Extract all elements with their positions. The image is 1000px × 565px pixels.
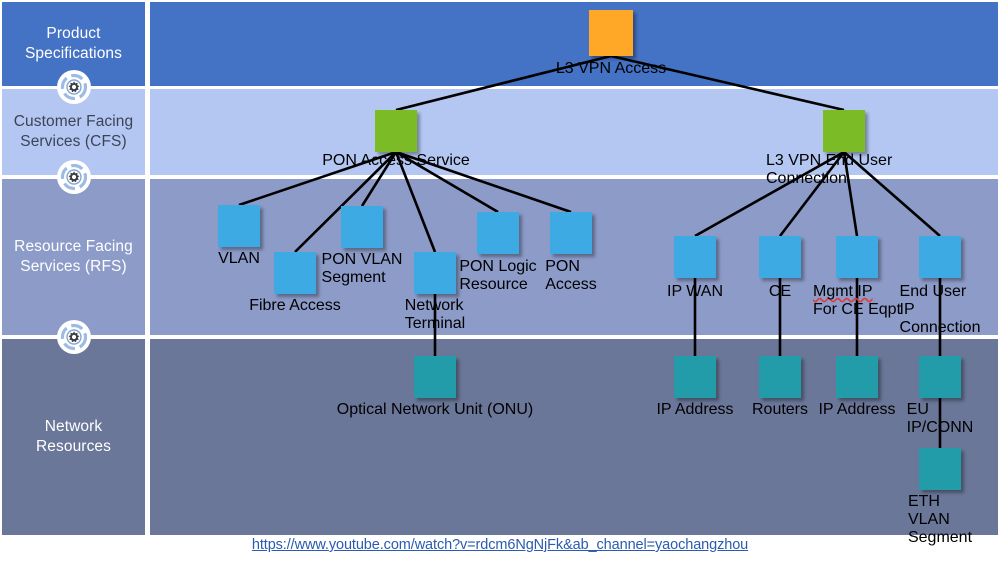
node-label-line: CE <box>768 283 792 300</box>
node-ip-wan[interactable] <box>674 236 716 278</box>
node-label-pon-access: PON Access <box>545 258 597 294</box>
node-label-vlan: VLAN <box>218 250 260 268</box>
node-label-line: PON Logic <box>459 258 537 275</box>
node-box-ip-address-2[interactable] <box>836 356 878 398</box>
node-label-line: Network <box>404 297 464 314</box>
node-label-ip-address-2: IP Address <box>818 401 895 419</box>
layer-label-line-2: Specifications <box>24 45 123 62</box>
node-box-l3-vpn-end-user-connection[interactable] <box>823 110 865 152</box>
layer-label-resource-facing-services: Resource Facing Services (RFS) <box>2 179 145 335</box>
node-ce[interactable] <box>759 236 801 278</box>
node-box-network-terminal[interactable] <box>414 252 456 294</box>
node-ip-address-1[interactable] <box>674 356 716 398</box>
node-label-line: IP Address <box>656 401 734 418</box>
node-box-pon-access[interactable] <box>550 212 592 254</box>
node-box-pon-access-service[interactable] <box>375 110 417 152</box>
node-mgmt-ip-for-ce-eqpt[interactable] <box>836 236 878 278</box>
node-eu-ip-conn[interactable] <box>919 356 961 398</box>
node-end-user-ip-connection[interactable] <box>919 236 961 278</box>
node-label-optical-network-unit: Optical Network Unit (ONU) <box>337 401 533 419</box>
node-fibre-access[interactable] <box>274 252 316 294</box>
node-routers[interactable] <box>759 356 801 398</box>
node-label-line: Access <box>545 276 597 293</box>
node-label-line: IP WAN <box>666 283 724 300</box>
node-box-fibre-access[interactable] <box>274 252 316 294</box>
node-label-pon-vlan-segment: PON VLAN Segment <box>322 251 403 287</box>
node-box-mgmt-ip-for-ce-eqpt[interactable] <box>836 236 878 278</box>
layer-label-line-2: Services (CFS) <box>20 133 127 150</box>
node-label-mgmt-ip-for-ce-eqpt: Mgmt IP For CE Eqpt <box>813 283 901 319</box>
node-network-terminal[interactable] <box>414 252 456 294</box>
layer-label-line-1: Customer Facing <box>13 113 134 131</box>
node-label-ip-wan: IP WAN <box>667 283 723 301</box>
node-label-fibre-access: Fibre Access <box>249 297 341 315</box>
node-optical-network-unit[interactable] <box>414 356 456 398</box>
gear-icon <box>57 320 91 354</box>
node-label-line: EU IP/CONN <box>906 401 974 436</box>
node-pon-access[interactable] <box>550 212 592 254</box>
node-label-line: VLAN <box>218 250 260 267</box>
node-box-optical-network-unit[interactable] <box>414 356 456 398</box>
node-label-l3-vpn-access: L3 VPN Access <box>555 60 667 77</box>
node-eth-vlan-segment[interactable] <box>919 448 961 490</box>
node-box-pon-logic-resource[interactable] <box>477 212 519 254</box>
node-label-line: Terminal <box>404 315 466 332</box>
node-label-line: End User IP <box>899 283 967 318</box>
source-link-container: https://www.youtube.com/watch?v=rdcm6NgN… <box>0 536 1000 554</box>
node-l3-vpn-end-user-connection[interactable] <box>823 110 865 152</box>
gear-icon <box>57 160 91 194</box>
node-label-network-terminal: Network Terminal <box>405 297 465 333</box>
layer-label-line-2: Services (RFS) <box>20 258 127 275</box>
node-label-line: Fibre Access <box>249 297 341 314</box>
node-box-ip-wan[interactable] <box>674 236 716 278</box>
diagram-canvas: Product Specifications Customer Facing S… <box>0 0 1000 565</box>
node-label-line: IP Address <box>818 401 896 418</box>
node-box-eth-vlan-segment[interactable] <box>919 448 961 490</box>
node-label-line: PON <box>545 258 580 275</box>
node-box-end-user-ip-connection[interactable] <box>919 236 961 278</box>
node-label-ip-address-1: IP Address <box>656 401 733 419</box>
node-label-pon-logic-resource: PON Logic Resource <box>459 258 536 294</box>
gear-icon <box>57 70 91 104</box>
node-box-eu-ip-conn[interactable] <box>919 356 961 398</box>
node-box-vlan[interactable] <box>218 205 260 247</box>
layer-label-line-1: Network <box>44 418 103 436</box>
node-label-line: Routers <box>751 401 809 418</box>
layer-label-line-1: Resource Facing <box>14 238 133 256</box>
layer-label-line-1: Product <box>46 25 101 43</box>
node-label-routers: Routers <box>752 401 808 419</box>
node-box-l3-vpn-access[interactable] <box>589 10 633 56</box>
node-label-ce: CE <box>769 283 791 301</box>
layer-label-network-resources: Network Resources <box>2 339 145 535</box>
node-label-l3-vpn-end-user-connection: L3 VPN End User Connection <box>766 152 893 187</box>
node-box-ip-address-1[interactable] <box>674 356 716 398</box>
node-label-line: Connection <box>899 319 981 336</box>
node-label-pon-access-service: PON Access Service <box>322 152 470 169</box>
node-label-end-user-ip-connection: End User IP Connection <box>900 283 981 337</box>
youtube-source-link[interactable]: https://www.youtube.com/watch?v=rdcm6NgN… <box>252 537 748 553</box>
node-label-line: Resource <box>459 276 528 293</box>
node-box-ce[interactable] <box>759 236 801 278</box>
node-pon-access-service[interactable] <box>375 110 417 152</box>
node-box-routers[interactable] <box>759 356 801 398</box>
node-label-line: PON VLAN <box>321 251 403 268</box>
node-label-line: Optical Network Unit (ONU) <box>336 401 534 418</box>
node-pon-logic-resource[interactable] <box>477 212 519 254</box>
node-label-line: Segment <box>321 269 386 286</box>
node-vlan[interactable] <box>218 205 260 247</box>
node-label-line: ETH VLAN <box>907 493 950 528</box>
node-ip-address-2[interactable] <box>836 356 878 398</box>
node-label-eu-ip-conn: EU IP/CONN <box>907 401 974 437</box>
layer-label-line-2: Resources <box>36 438 111 455</box>
node-label-line: Mgmt IP <box>812 283 873 300</box>
node-l3-vpn-access[interactable] <box>589 10 633 56</box>
node-box-pon-vlan-segment[interactable] <box>341 206 383 248</box>
node-label-line: For CE Eqpt <box>812 301 902 318</box>
node-pon-vlan-segment[interactable] <box>341 206 383 248</box>
